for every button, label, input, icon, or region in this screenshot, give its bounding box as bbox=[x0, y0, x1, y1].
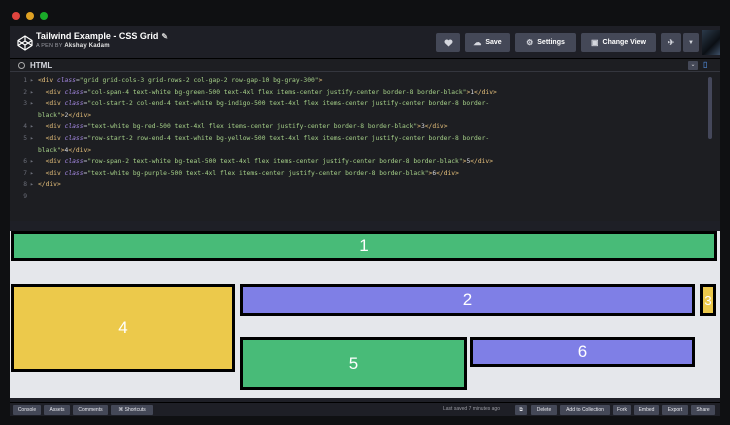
last-saved-status: Last saved 7 minutes ago bbox=[443, 406, 500, 412]
grid-cell-1-label: 1 bbox=[359, 236, 369, 255]
grid-cell-5: 5 bbox=[240, 337, 467, 390]
grid-cell-2-label: 2 bbox=[462, 290, 473, 309]
pen-title[interactable]: Tailwind Example - CSS Grid ✎ bbox=[36, 31, 168, 41]
code-line[interactable]: black">4</div> bbox=[10, 145, 91, 157]
fold-toggle-icon[interactable]: ▸ bbox=[30, 75, 38, 87]
panel-title: HTML bbox=[30, 61, 53, 70]
code-editor[interactable]: 1 ▸ <div class="grid grid-cols-3 grid-rows… bbox=[10, 73, 720, 221]
fold-toggle-icon[interactable] bbox=[30, 191, 38, 203]
fold-toggle-icon[interactable]: ▸ bbox=[30, 121, 38, 133]
delete-button[interactable]: Delete bbox=[531, 405, 557, 415]
line-number: 9 bbox=[23, 193, 27, 200]
grid-cell-5-label: 5 bbox=[348, 353, 359, 373]
maximize-window-button[interactable] bbox=[40, 12, 48, 20]
line-number: 8 bbox=[23, 181, 27, 189]
minimize-window-button[interactable] bbox=[26, 12, 34, 20]
code-scrollbar[interactable] bbox=[708, 77, 712, 139]
fold-toggle-icon[interactable]: ▸ bbox=[30, 87, 38, 99]
avatar[interactable] bbox=[702, 30, 720, 55]
heart-icon bbox=[444, 39, 452, 47]
line-number: 5 bbox=[23, 135, 27, 142]
add-to-collection-button[interactable]: Add to Collection bbox=[560, 405, 610, 415]
comments-button[interactable]: Comments bbox=[73, 405, 108, 415]
grid-cell-1: 1 bbox=[11, 231, 717, 261]
fold-toggle-icon[interactable]: ▸ bbox=[30, 168, 38, 180]
code-line[interactable]: 6 ▸ <div class="row-span-2 text-white bg-… bbox=[10, 156, 493, 168]
pen-title-block: Tailwind Example - CSS Grid ✎ A PEN BY A… bbox=[36, 31, 168, 49]
panel-settings-icon[interactable] bbox=[18, 62, 25, 69]
code-line[interactable]: 9 bbox=[10, 191, 38, 203]
editor-header: Tailwind Example - CSS Grid ✎ A PEN BY A… bbox=[10, 26, 720, 59]
share-button[interactable]: Share bbox=[691, 405, 715, 415]
code-line[interactable]: 1 ▸ <div class="grid grid-cols-3 grid-rows… bbox=[10, 75, 322, 87]
info-icon: ⧉ bbox=[519, 407, 523, 413]
pen-author: A PEN BY Akshay Kadam bbox=[36, 43, 168, 49]
cloud-icon: ☁ bbox=[473, 38, 482, 47]
fold-toggle-icon[interactable]: ▸ bbox=[30, 179, 38, 191]
embed-button[interactable]: Embed bbox=[634, 405, 659, 415]
line-number: 7 bbox=[23, 169, 27, 177]
console-button[interactable]: Console bbox=[13, 405, 41, 415]
fold-toggle-icon[interactable]: ▸ bbox=[30, 133, 38, 145]
fold-toggle-icon[interactable]: ▸ bbox=[30, 98, 38, 110]
result-preview: 1 2 3 4 5 6 bbox=[10, 231, 720, 398]
panel-options-dropdown[interactable]: ⌄ bbox=[688, 61, 698, 70]
layout-icon: ▣ bbox=[590, 38, 599, 47]
chevron-down-icon: ▼ bbox=[688, 39, 694, 46]
user-menu-button[interactable]: ▼ bbox=[683, 33, 699, 52]
assets-button[interactable]: Assets bbox=[44, 405, 70, 415]
codepen-logo-icon[interactable] bbox=[17, 35, 33, 51]
line-number: 4 bbox=[23, 123, 27, 131]
pin-icon: ✈ bbox=[667, 38, 675, 47]
fork-button[interactable]: Fork bbox=[613, 405, 631, 415]
codepen-editor: Tailwind Example - CSS Grid ✎ A PEN BY A… bbox=[10, 26, 720, 416]
panel-header: HTML ⌄ ▯ bbox=[10, 59, 720, 72]
line-number: 6 bbox=[23, 158, 27, 166]
author-name[interactable]: Akshay Kadam bbox=[64, 43, 109, 49]
fold-toggle-icon[interactable] bbox=[30, 110, 38, 122]
line-number: 2 bbox=[23, 88, 27, 96]
grid-cell-4-label: 4 bbox=[118, 318, 128, 337]
window-controls bbox=[12, 12, 48, 20]
save-button[interactable]: ☁ Save bbox=[465, 33, 510, 52]
grid-cell-6: 6 bbox=[470, 337, 695, 367]
fold-toggle-icon[interactable] bbox=[30, 145, 38, 157]
code-line[interactable]: 3 ▸ <div class="col-start-2 col-end-4 tex… bbox=[10, 98, 489, 110]
info-button[interactable]: ⧉ bbox=[515, 405, 527, 415]
change-view-label: Change View bbox=[602, 39, 646, 46]
line-number: 1 bbox=[23, 77, 27, 84]
code-line[interactable]: black">2</div> bbox=[10, 110, 91, 122]
save-label: Save bbox=[485, 39, 502, 46]
panel-collapse-icon[interactable]: ▯ bbox=[703, 60, 713, 71]
html-editor-panel: HTML ⌄ ▯ 1 ▸ <div class="grid grid-cols-3 … bbox=[10, 59, 720, 221]
edit-pencil-icon[interactable]: ✎ bbox=[161, 32, 168, 41]
close-window-button[interactable] bbox=[12, 12, 20, 20]
grid-cell-4: 4 bbox=[11, 284, 235, 372]
gear-icon: ⚙ bbox=[526, 38, 534, 47]
shortcuts-button[interactable]: ⌘ Shortcuts bbox=[111, 405, 153, 415]
grid-cell-6-label: 6 bbox=[577, 342, 588, 361]
panel-label: HTML bbox=[18, 61, 52, 70]
settings-label: Settings bbox=[537, 39, 565, 46]
code-line[interactable]: 8 ▸ </div> bbox=[10, 179, 61, 191]
line-number: 3 bbox=[23, 100, 27, 108]
fold-toggle-icon[interactable]: ▸ bbox=[30, 156, 38, 168]
app-window: Tailwind Example - CSS Grid ✎ A PEN BY A… bbox=[0, 0, 730, 425]
code-line[interactable]: 7 ▸ <div class="text-white bg-purple-500 … bbox=[10, 168, 459, 180]
code-line[interactable]: 2 ▸ <div class="col-span-4 text-white bg-… bbox=[10, 87, 497, 99]
author-prefix: A PEN BY bbox=[36, 43, 63, 49]
change-view-button[interactable]: ▣ Change View bbox=[581, 33, 656, 52]
editor-footer: Console Assets Comments ⌘ Shortcuts Last… bbox=[10, 402, 720, 416]
settings-button[interactable]: ⚙ Settings bbox=[515, 33, 576, 52]
pin-button[interactable]: ✈ bbox=[661, 33, 681, 52]
code-line[interactable]: 5 ▸ <div class="row-start-2 row-end-4 tex… bbox=[10, 133, 489, 145]
grid-cell-2: 2 bbox=[240, 284, 695, 316]
love-button[interactable] bbox=[436, 33, 460, 52]
code-line[interactable]: 4 ▸ <div class="text-white bg-red-500 tex… bbox=[10, 121, 447, 133]
pen-title-text[interactable]: Tailwind Example - CSS Grid bbox=[36, 31, 158, 41]
grid-cell-3: 3 bbox=[700, 284, 716, 316]
export-button[interactable]: Export bbox=[662, 405, 688, 415]
grid-cell-3-label: 3 bbox=[704, 292, 712, 308]
